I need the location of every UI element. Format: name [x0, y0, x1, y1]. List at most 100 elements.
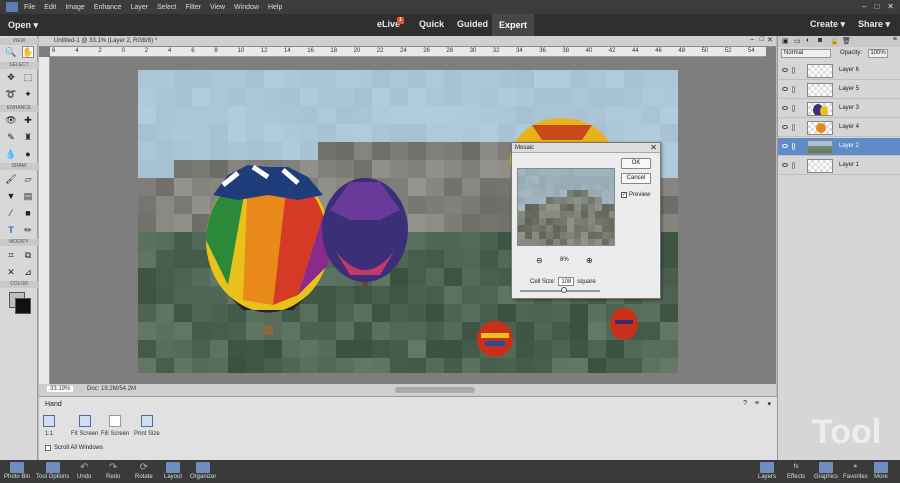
scroll-all-windows-checkbox[interactable]: Scroll All Windows: [45, 445, 103, 451]
menu-select[interactable]: Select: [157, 4, 176, 11]
minimize-icon[interactable]: –: [862, 2, 866, 11]
option-fill-screen[interactable]: Fill Screen: [101, 415, 129, 437]
foreground-color-swatch[interactable]: [15, 298, 31, 314]
red-eye-tool-icon[interactable]: 👁: [5, 114, 17, 126]
visibility-eye-icon[interactable]: [782, 87, 788, 91]
redo-button[interactable]: ↷ Redo: [106, 462, 120, 480]
brush-tool-icon[interactable]: 🖌: [5, 173, 17, 185]
favorites-button[interactable]: ★ Favorites: [843, 462, 868, 480]
undo-button[interactable]: ↶ Undo: [77, 462, 91, 480]
option-1-1[interactable]: 1:1: [43, 415, 55, 437]
eraser-tool-icon[interactable]: ▱: [22, 173, 34, 185]
cancel-button[interactable]: Cancel: [621, 173, 651, 184]
layer-row[interactable]: Layer 6: [778, 62, 900, 80]
maximize-icon[interactable]: □: [874, 2, 879, 11]
layer-row[interactable]: Layer 4: [778, 119, 900, 137]
option-print-size[interactable]: Print Size: [134, 415, 160, 437]
menu-edit[interactable]: Edit: [44, 4, 56, 11]
option-fit-screen[interactable]: Fit Screen: [71, 415, 98, 437]
layer-row[interactable]: Layer 1: [778, 157, 900, 175]
doc-maximize-icon[interactable]: □: [760, 36, 764, 43]
panel-menu-icon[interactable]: ≡: [893, 36, 897, 43]
crop-tool-icon[interactable]: ⌗: [5, 249, 17, 261]
type-tool-icon[interactable]: T: [5, 224, 17, 236]
menu-file[interactable]: File: [24, 4, 35, 11]
lasso-tool-icon[interactable]: ➰: [5, 88, 17, 100]
shape-tool-icon[interactable]: ■: [22, 207, 34, 219]
visibility-eye-icon[interactable]: [782, 106, 788, 110]
link-icon[interactable]: [792, 67, 795, 74]
mosaic-preview[interactable]: [517, 168, 615, 246]
menu-image[interactable]: Image: [65, 4, 84, 11]
sponge-tool-icon[interactable]: ●: [22, 148, 34, 160]
cell-size-slider-track[interactable]: [520, 290, 600, 292]
link-icon[interactable]: [792, 143, 795, 150]
zoom-tool-icon[interactable]: 🔍: [5, 46, 17, 58]
visibility-eye-icon[interactable]: [782, 144, 788, 148]
visibility-eye-icon[interactable]: [782, 163, 788, 167]
menu-filter[interactable]: Filter: [185, 4, 201, 11]
new-layer-icon[interactable]: ▣: [782, 37, 789, 45]
rotate-button[interactable]: ⟳ Rotate: [135, 462, 153, 480]
menu-enhance[interactable]: Enhance: [94, 4, 122, 11]
recompose-tool-icon[interactable]: ⧉: [22, 249, 34, 261]
graphics-button[interactable]: Graphics: [814, 462, 838, 480]
options-menu-icon[interactable]: ≡: [755, 400, 759, 407]
opacity-input[interactable]: 100%: [868, 49, 888, 58]
tab-expert[interactable]: Expert: [492, 14, 534, 36]
organizer-button[interactable]: Organizer: [190, 462, 216, 480]
clone-stamp-icon[interactable]: ♜: [22, 131, 34, 143]
smart-brush-icon[interactable]: ✎: [5, 131, 17, 143]
help-icon[interactable]: ?: [743, 400, 747, 407]
visibility-eye-icon[interactable]: [782, 125, 788, 129]
blur-tool-icon[interactable]: 💧: [5, 148, 17, 160]
menu-help[interactable]: Help: [268, 4, 282, 11]
trash-icon[interactable]: 🗑: [842, 37, 851, 45]
content-aware-move-icon[interactable]: ✕: [5, 266, 17, 278]
blend-mode-select[interactable]: Normal: [781, 49, 831, 58]
gradient-tool-icon[interactable]: ▤: [22, 190, 34, 202]
layout-button[interactable]: Layout: [164, 462, 182, 480]
horizontal-scrollbar[interactable]: [395, 387, 475, 393]
layers-button[interactable]: Layers: [758, 462, 776, 480]
link-icon[interactable]: [792, 162, 795, 169]
dialog-close-icon[interactable]: ✕: [650, 143, 657, 152]
tab-guided[interactable]: Guided: [457, 19, 488, 29]
straighten-tool-icon[interactable]: ⊿: [22, 266, 34, 278]
adjustment-layer-icon[interactable]: ◐: [806, 37, 810, 44]
menu-window[interactable]: Window: [234, 4, 259, 11]
tool-options-button[interactable]: Tool Options: [36, 462, 69, 480]
magic-wand-icon[interactable]: ✦: [22, 88, 34, 100]
spot-healing-icon[interactable]: ✚: [22, 114, 34, 126]
new-group-icon[interactable]: ▭: [794, 37, 801, 45]
open-button[interactable]: Open ▾: [8, 20, 38, 31]
zoom-out-icon[interactable]: ⊖: [536, 256, 543, 265]
preview-checkbox[interactable]: ✓ Preview: [621, 192, 650, 198]
create-button[interactable]: Create ▾: [810, 19, 845, 30]
layer-row[interactable]: Layer 3: [778, 100, 900, 118]
move-tool-icon[interactable]: ✥: [5, 71, 17, 83]
mask-icon[interactable]: ◙: [818, 37, 822, 44]
effects-button[interactable]: fx Effects: [787, 462, 805, 480]
hand-tool-icon[interactable]: ✋: [22, 46, 34, 58]
lock-icon[interactable]: 🔒: [830, 37, 839, 45]
zoom-level-field[interactable]: 33.19%: [47, 386, 74, 392]
close-icon[interactable]: ✕: [887, 2, 894, 11]
document-tab[interactable]: Untitled-1 @ 33.1% (Layer 2, RGB/8) * – …: [39, 36, 776, 47]
share-button[interactable]: Share ▾: [858, 19, 890, 30]
layer-row[interactable]: Layer 5: [778, 81, 900, 99]
cell-size-slider-handle[interactable]: [561, 287, 567, 293]
tab-quick[interactable]: Quick: [419, 19, 444, 29]
link-icon[interactable]: [792, 105, 795, 112]
doc-close-icon[interactable]: ✕: [767, 36, 773, 44]
collapse-icon[interactable]: ▾: [767, 400, 771, 408]
photo-bin-button[interactable]: Photo Bin: [4, 462, 30, 480]
eyedropper-icon[interactable]: ⁄: [5, 207, 17, 219]
visibility-eye-icon[interactable]: [782, 68, 788, 72]
layer-row-selected[interactable]: Layer 2: [778, 138, 900, 156]
more-button[interactable]: More: [874, 462, 888, 480]
menu-layer[interactable]: Layer: [130, 4, 148, 11]
marquee-tool-icon[interactable]: ⬚: [22, 71, 34, 83]
ok-button[interactable]: OK: [621, 158, 651, 169]
pencil-tool-icon[interactable]: ✏: [22, 224, 34, 236]
